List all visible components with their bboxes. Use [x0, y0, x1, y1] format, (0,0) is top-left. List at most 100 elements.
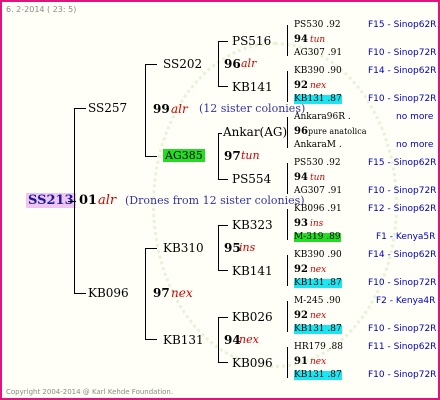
connector: [145, 248, 146, 340]
connector: [145, 64, 157, 65]
leaf-top[interactable]: HR179 .88: [294, 343, 343, 352]
connector: [74, 108, 75, 294]
root-queen-line: alr: [98, 193, 117, 208]
leaf-top[interactable]: KB096 .91: [294, 205, 342, 214]
sire-year: 99: [153, 102, 170, 116]
connector: [287, 71, 288, 102]
gen3-colony[interactable]: KB141: [232, 81, 273, 93]
sire-sire-year: 96: [224, 57, 241, 71]
connector: [218, 133, 219, 180]
leaf-top[interactable]: KB390 .90: [294, 251, 342, 260]
gen3-colony[interactable]: KB323: [232, 219, 273, 231]
leaf-year: 91: [294, 356, 308, 367]
dam-dam-colony[interactable]: KB131: [163, 334, 204, 346]
connector: [218, 41, 219, 87]
leaf-year: 94: [294, 34, 308, 45]
dam-colony[interactable]: KB096: [88, 287, 129, 299]
leaf-origin: F12 - Sinop62R: [368, 204, 437, 214]
gen3-colony[interactable]: KB026: [232, 311, 273, 323]
connector: [218, 133, 222, 134]
leaf-queen-line: nex: [310, 357, 327, 367]
root-year: 01: [79, 193, 98, 208]
leaf-year: 96: [294, 126, 308, 137]
connector: [287, 301, 288, 332]
leaf-top[interactable]: M-245 .90: [294, 297, 341, 306]
copyright-footer: Copyright 2004-2014 @ Karl Kehde Foundat…: [6, 388, 174, 396]
leaf-origin: F10 - Sinop72R: [368, 324, 437, 334]
connector: [218, 317, 219, 363]
leaf-origin: F2 - Kenya4R: [376, 296, 436, 306]
leaf-origin: no more: [396, 140, 434, 150]
connector: [218, 86, 228, 87]
leaf-origin: F10 - Sinop72R: [368, 48, 437, 58]
leaf-top[interactable]: PS530 .92: [294, 159, 341, 168]
dam-sire-colony[interactable]: KB310: [163, 242, 204, 254]
connector: [287, 117, 288, 148]
connector: [218, 270, 228, 271]
dam-sire-queen-line: ins: [239, 241, 256, 254]
connector: [74, 108, 86, 109]
leaf-top[interactable]: PS530 .92: [294, 21, 341, 30]
leaf-queen-line: ins: [310, 219, 324, 229]
dam-dam-queen-line: nex: [239, 333, 259, 346]
leaf-year: 92: [294, 264, 308, 275]
gen3-colony[interactable]: Ankar(AG): [223, 126, 287, 138]
date-header: 6. 2-2014 ( 23: 5): [6, 5, 77, 14]
leaf-bottom[interactable]: KB131 .87: [294, 95, 342, 104]
connector: [145, 339, 157, 340]
connector: [218, 225, 228, 226]
gen3-colony[interactable]: KB096: [232, 357, 273, 369]
connector: [145, 248, 157, 249]
leaf-top[interactable]: Ankara96R .: [294, 113, 351, 122]
connector: [218, 179, 228, 180]
leaf-origin: F15 - Sinop62R: [368, 20, 437, 30]
leaf-origin: F10 - Sinop72R: [368, 370, 437, 380]
leaf-queen-line: nex: [310, 265, 327, 275]
leaf-origin: F10 - Sinop72R: [368, 94, 437, 104]
leaf-bottom[interactable]: M-319 .89: [294, 233, 341, 242]
connector: [287, 25, 288, 56]
drones-note: (Drones from 12 sister colonies): [125, 194, 305, 207]
leaf-origin: no more: [396, 112, 434, 122]
leaf-queen-line: tun: [310, 173, 326, 183]
connector: [287, 347, 288, 378]
sire-colony[interactable]: SS257: [88, 102, 127, 114]
leaf-bottom[interactable]: KB131 .87: [294, 279, 342, 288]
connector: [74, 293, 86, 294]
leaf-origin: F11 - Sinop62R: [368, 342, 437, 352]
connector: [218, 225, 219, 271]
leaf-year: 94: [294, 172, 308, 183]
connector: [145, 64, 146, 157]
leaf-bottom[interactable]: AG307 .91: [294, 49, 342, 58]
connector: [218, 41, 228, 42]
dam-year: 97: [153, 286, 170, 300]
gen3-colony[interactable]: KB141: [232, 265, 273, 277]
leaf-bottom[interactable]: AnkaraM .: [294, 141, 342, 150]
leaf-bottom[interactable]: KB131 .87: [294, 325, 342, 334]
dam-queen-line: nex: [171, 286, 193, 300]
pedigree-frame: { "header": "6. 2-2014 ( 23: 5)", "foote…: [0, 0, 440, 400]
sire-sire-colony[interactable]: SS202: [163, 58, 202, 70]
sire-queen-line: alr: [171, 102, 188, 116]
leaf-queen-line: tun: [310, 35, 326, 45]
leaf-queen-line: nex: [310, 81, 327, 91]
leaf-queen-line: pure anatolica: [308, 127, 367, 136]
leaf-queen-line: nex: [310, 311, 327, 321]
connector: [287, 209, 288, 240]
sire-dam-colony[interactable]: AG385: [163, 149, 205, 162]
gen3-colony[interactable]: PS554: [232, 173, 271, 185]
connector: [218, 317, 228, 318]
leaf-bottom[interactable]: KB131 .87: [294, 371, 342, 380]
leaf-origin: F14 - Sinop62R: [368, 250, 437, 260]
connector: [287, 163, 288, 194]
leaf-origin: F15 - Sinop62R: [368, 158, 437, 168]
sire-sire-queen-line: alr: [241, 57, 257, 70]
connector: [287, 255, 288, 286]
leaf-bottom[interactable]: AG307 .91: [294, 187, 342, 196]
sister-colonies-note: (12 sister colonies): [199, 102, 306, 115]
leaf-origin: F1 - Kenya5R: [376, 232, 436, 242]
gen3-colony[interactable]: PS516: [232, 35, 271, 47]
leaf-year: 93: [294, 218, 308, 229]
sire-dam-year: 97: [224, 149, 241, 163]
leaf-top[interactable]: KB390 .90: [294, 67, 342, 76]
